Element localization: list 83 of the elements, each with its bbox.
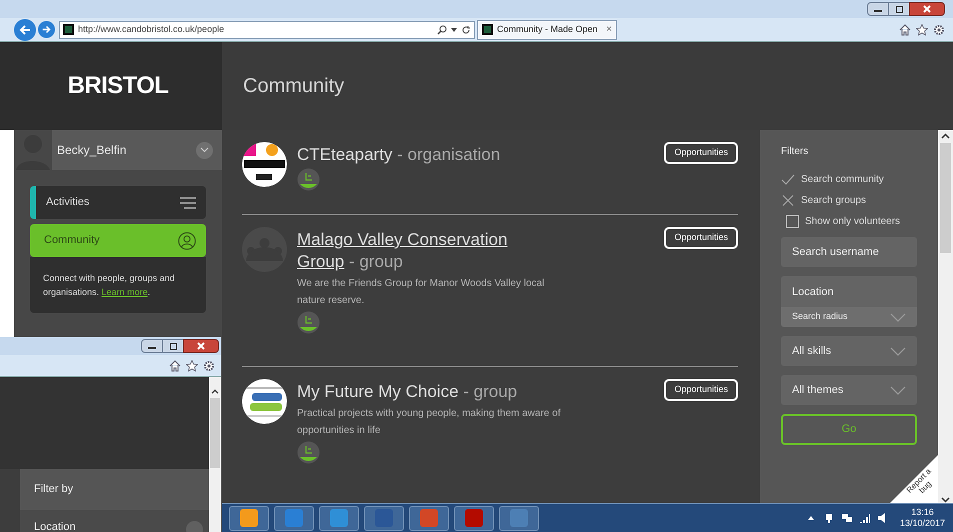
checkbox[interactable] bbox=[786, 214, 799, 228]
star-icon[interactable] bbox=[186, 360, 198, 372]
restore-button[interactable] bbox=[163, 339, 183, 353]
taskbar-app-icon[interactable] bbox=[454, 506, 494, 530]
scrollbar-thumb[interactable] bbox=[940, 143, 951, 253]
nav-item[interactable]: Activities bbox=[30, 186, 206, 219]
filter-by-heading: Filter by bbox=[34, 482, 74, 498]
filters-heading: Filters bbox=[781, 145, 810, 159]
browser-tab[interactable]: Community - Made Open × bbox=[477, 20, 617, 40]
learn-more-link[interactable]: Learn more bbox=[102, 287, 148, 297]
minimize-button[interactable] bbox=[141, 339, 163, 353]
clock-date: 13/10/2017 bbox=[900, 518, 945, 529]
tab-title: Community - Made Open bbox=[497, 22, 598, 36]
person-badge-icon bbox=[297, 311, 320, 334]
close-icon bbox=[197, 342, 205, 350]
taskbar-app-icon[interactable] bbox=[319, 506, 359, 530]
arrow-right-icon bbox=[42, 25, 51, 34]
close-button[interactable] bbox=[183, 339, 219, 353]
home-icon[interactable] bbox=[899, 24, 911, 36]
result-title: My Future My Choice - group bbox=[297, 381, 518, 403]
page-title: Community bbox=[243, 74, 344, 99]
radius-select[interactable]: Search radius bbox=[781, 307, 917, 327]
filter-select[interactable]: All skills bbox=[781, 336, 917, 366]
scrollbar-thumb[interactable] bbox=[210, 398, 220, 468]
filter-option: Show only volunteers bbox=[805, 214, 900, 228]
taskbar-app-icon[interactable] bbox=[364, 506, 404, 530]
chevron-down-icon bbox=[890, 386, 906, 394]
cross-icon[interactable] bbox=[781, 194, 795, 206]
scroll-down-icon[interactable] bbox=[941, 497, 950, 503]
tab-close-button[interactable]: × bbox=[606, 22, 612, 37]
address-text: http://www.candobristol.co.uk/people bbox=[78, 22, 224, 36]
refresh-icon[interactable] bbox=[461, 24, 471, 34]
home-icon[interactable] bbox=[169, 360, 181, 372]
star-icon[interactable] bbox=[916, 24, 928, 36]
settings-icon[interactable] bbox=[203, 360, 215, 372]
opportunities-button[interactable]: Opportunities bbox=[664, 227, 738, 249]
person-badge-icon bbox=[297, 441, 320, 464]
address-bar[interactable]: http://www.candobristol.co.uk/people bbox=[59, 20, 475, 38]
minimize-button[interactable] bbox=[867, 2, 889, 16]
chevron-button[interactable] bbox=[196, 142, 213, 158]
opportunities-button[interactable]: Opportunities bbox=[664, 142, 738, 164]
chevron-down-icon bbox=[890, 346, 906, 356]
filter-select[interactable]: All themes bbox=[781, 375, 917, 405]
location-field[interactable]: Location Search radius bbox=[781, 276, 917, 327]
forward-button[interactable] bbox=[38, 21, 55, 38]
arrow-left-icon bbox=[19, 24, 31, 36]
person-badge-icon bbox=[297, 168, 320, 191]
close-icon bbox=[923, 5, 931, 13]
nav-item[interactable]: Community bbox=[30, 224, 206, 257]
chevron-down-icon bbox=[200, 147, 209, 153]
opportunities-button[interactable]: Opportunities bbox=[664, 379, 738, 401]
username-field[interactable]: Search username bbox=[781, 237, 917, 267]
filter-option: Search groups bbox=[801, 192, 866, 208]
close-button[interactable] bbox=[909, 2, 945, 16]
username[interactable]: Becky_Belfin bbox=[57, 141, 126, 159]
scroll-up-icon[interactable] bbox=[941, 133, 950, 139]
search-icon[interactable] bbox=[437, 24, 447, 34]
community-description: Connect with people, groups and organisations. Learn more. bbox=[43, 272, 176, 299]
back-button[interactable] bbox=[14, 18, 36, 40]
favicon-icon bbox=[482, 24, 493, 35]
result-description: Practical projects with young people, making them aware of opportunities in life bbox=[297, 407, 562, 438]
taskbar-app-icon[interactable] bbox=[229, 506, 269, 530]
settings-icon[interactable] bbox=[933, 24, 945, 36]
clock-time: 13:16 bbox=[911, 507, 934, 518]
taskbar-app-icon[interactable] bbox=[274, 506, 314, 530]
result-title: CTEteaparty - organisation bbox=[297, 144, 502, 166]
filter-option: Search community bbox=[801, 172, 884, 186]
location-label: Location bbox=[34, 520, 76, 532]
menu-icon bbox=[180, 196, 196, 208]
chevron-down-icon bbox=[890, 312, 906, 322]
checkmark-icon[interactable] bbox=[781, 174, 795, 184]
logo[interactable]: BRISTOL bbox=[68, 68, 168, 104]
taskbar-app-icon[interactable] bbox=[499, 506, 539, 530]
person-icon bbox=[178, 232, 196, 250]
restore-button[interactable] bbox=[889, 2, 909, 16]
result-title[interactable]: Malago Valley Conservation Group - group bbox=[297, 229, 557, 273]
favicon-icon bbox=[63, 24, 74, 35]
taskbar-app-icon[interactable] bbox=[409, 506, 449, 530]
signal-icon[interactable] bbox=[858, 512, 871, 524]
network-icon[interactable] bbox=[840, 512, 853, 524]
result-description: We are the Friends Group for Manor Woods Valley local nature reserve. bbox=[297, 277, 546, 308]
scroll-up-icon[interactable] bbox=[211, 389, 219, 394]
caret-icon[interactable] bbox=[451, 28, 457, 32]
